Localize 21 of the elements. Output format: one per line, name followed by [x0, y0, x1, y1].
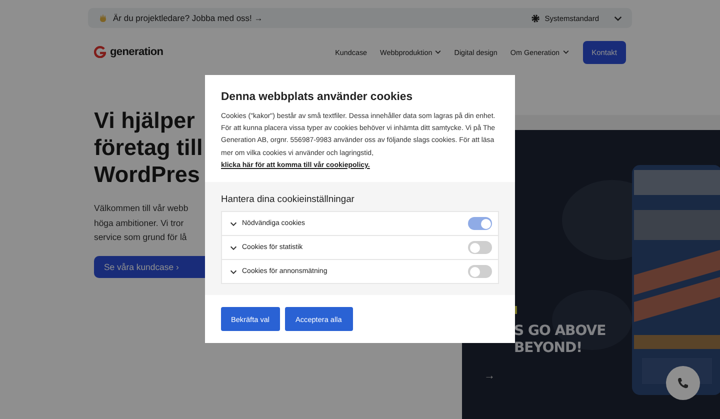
settings-icon	[530, 14, 540, 22]
toggle-switch[interactable]	[468, 265, 492, 278]
chevron-icon[interactable]	[230, 222, 237, 226]
dialog-title: Denna webbplats använder cookies	[221, 91, 414, 103]
hero-intro: Välkommen till vår webb höga ambitioner. Vi tror service som grund för lå	[94, 202, 190, 244]
chevron-icon[interactable]	[230, 246, 237, 250]
hero-heading: Vi hjälper företag till WordPres	[94, 107, 204, 188]
toggle-switch[interactable]	[468, 241, 492, 254]
job-link[interactable]: Är du projektledare? Jobba med oss! →	[113, 13, 263, 23]
toggle-switch[interactable]	[468, 217, 492, 230]
preview-headline: S GO ABOVE BEYOND!	[514, 323, 606, 357]
chevron-down-icon[interactable]	[614, 16, 622, 20]
chevron-icon[interactable]	[230, 270, 237, 274]
chevron-down-icon	[435, 50, 442, 54]
next-arrow[interactable]: →	[484, 370, 495, 382]
logo-icon	[94, 46, 106, 58]
phone-icon	[677, 377, 689, 389]
chevron-down-icon	[562, 50, 569, 54]
logo-text[interactable]: generation	[110, 46, 164, 58]
settings-title: Hantera dina cookieinställningar	[221, 193, 356, 204]
case-button[interactable]: Se våra kundcase ›	[94, 256, 205, 278]
